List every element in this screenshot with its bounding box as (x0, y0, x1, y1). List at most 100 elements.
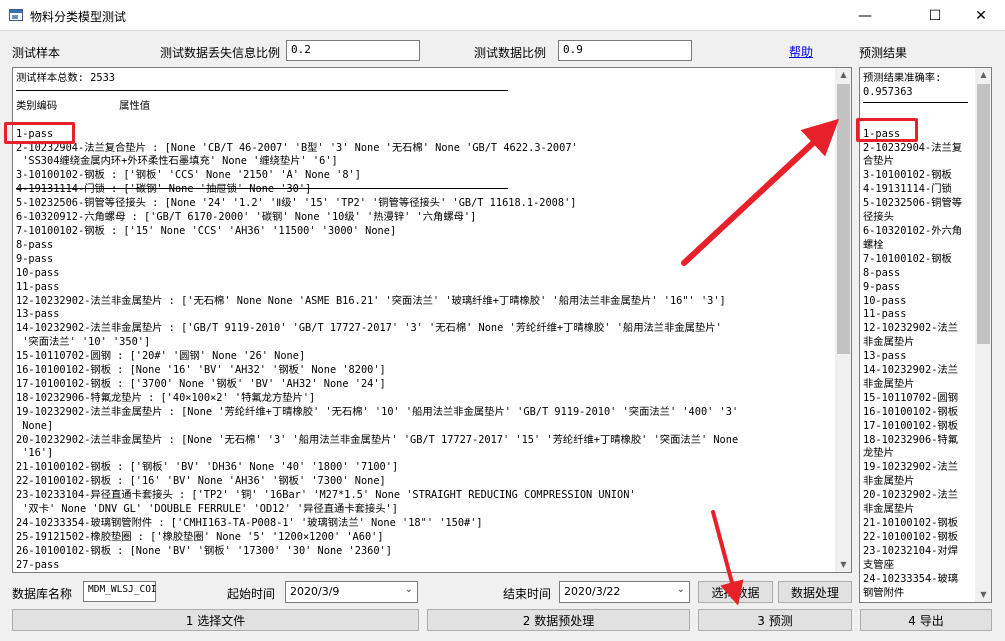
result-line: 23-10232104-对焊 (863, 544, 958, 557)
scroll-down-icon[interactable]: ▼ (835, 558, 851, 572)
result-line: 9-pass (863, 280, 901, 293)
result-line: 24-10233354-玻璃 (863, 572, 958, 585)
help-link[interactable]: 帮助 (789, 43, 813, 60)
result-scrollbar[interactable]: ▲ ▼ (975, 68, 991, 602)
sample-line: 26-10100102-钢板 : [None 'BV' '钢板' '17300'… (16, 544, 392, 557)
sample-line: 11-pass (16, 280, 60, 293)
scroll-down-icon[interactable]: ▼ (975, 588, 991, 602)
end-date-picker[interactable]: 2020/3/22 ⌄ (559, 581, 690, 603)
result-line: 16-10100102-钢板 (863, 405, 958, 418)
sample-line: '突面法兰' '10' '350'] (16, 336, 151, 349)
result-line: 11-pass (863, 308, 907, 321)
scroll-thumb[interactable] (977, 84, 990, 344)
chevron-down-icon[interactable]: ⌄ (405, 584, 413, 595)
sample-line: 2-10232904-法兰复合垫片 : [None 'CB/T 46-2007'… (16, 141, 578, 154)
sample-line: 14-10232902-法兰非金属垫片 : ['GB/T 9119-2010' … (16, 322, 722, 335)
sample-line (16, 114, 738, 128)
sample-line: None] (16, 419, 54, 432)
result-line: 非金属垫片 (863, 503, 915, 516)
result-line: 径接头 (863, 211, 894, 224)
result-line: 合垫片 (863, 155, 894, 168)
chevron-down-icon[interactable]: ⌄ (677, 584, 685, 595)
sample-line: 类别编码 属性值 (16, 99, 151, 112)
start-date-picker[interactable]: 2020/3/9 ⌄ (285, 581, 418, 603)
app-icon (9, 9, 23, 21)
result-line: 17-10100102-钢板 (863, 419, 958, 432)
highlight-box-result (856, 118, 918, 142)
sample-line: 21-10100102-钢板 : ['钢板' 'BV' 'DH36' None … (16, 461, 399, 474)
sample-line: '双卡' None 'DNV GL' 'DOUBLE FERRULE' 'OD1… (16, 503, 398, 516)
start-date-value: 2020/3/9 (290, 585, 340, 598)
sample-line: 13-pass (16, 308, 60, 321)
sample-text-content: 测试样本总数: 2533 类别编码 属性值 1-pass 2-10232904-法… (16, 72, 739, 572)
sample-line: 18-10232906-特氟龙垫片 : ['40×100×2' '特氟龙方垫片'… (16, 391, 316, 404)
sample-line: 1-pass (16, 127, 54, 140)
data-ratio-label: 测试数据比例 (474, 46, 547, 60)
title-bar: 物料分类模型测试 — ☐ ✕ (0, 0, 1005, 31)
window-title: 物料分类模型测试 (30, 10, 127, 24)
result-line: 18-10232906-特氟 (863, 433, 958, 446)
sample-line: 'SS304缠绕金属内环+外环柔性石墨填充' None '缠绕垫片' '6'] (16, 155, 338, 168)
result-line: 8-pass (863, 266, 901, 279)
select-file-button[interactable]: 1 选择文件 (12, 609, 419, 631)
result-line: 14-10232902-法兰 (863, 364, 958, 377)
sample-line: 测试样本总数: 2533 (16, 72, 115, 84)
maximize-button[interactable]: ☐ (912, 0, 958, 31)
process-data-button[interactable]: 数据处理 (778, 581, 852, 603)
sample-line (16, 86, 738, 100)
result-label: 预测结果 (859, 46, 908, 60)
db-name-label: 数据库名称 (12, 587, 73, 601)
result-line: 22-10100102-钢板 (863, 530, 958, 543)
preprocess-button[interactable]: 2 数据预处理 (427, 609, 690, 631)
end-time-label: 结束时间 (503, 587, 552, 601)
result-line: 非金属垫片 (863, 377, 915, 390)
result-line: 龙垫片 (863, 447, 894, 460)
sample-line: '16'] (16, 447, 54, 460)
result-line: 3-10100102-钢板 (863, 169, 952, 182)
sample-line: 12-10232902-法兰非金属垫片 : ['无石棉' None None '… (16, 294, 726, 307)
result-line: 10-pass (863, 294, 907, 307)
highlight-box-sample (4, 122, 75, 144)
result-text-content: 预测结果准确率: 0.957363 —— 1-pass 2-10232904-法兰复合… (863, 72, 962, 600)
result-line: 7-10100102-钢板 (863, 252, 952, 265)
divider-line (16, 90, 508, 91)
result-line: 21-10100102-钢板 (863, 517, 958, 529)
main-scrollbar[interactable]: ▲ ▼ (835, 68, 851, 572)
sample-line: 9-pass (16, 252, 54, 265)
sample-line: 4-19131114-门锁 : ['碳钢' None '抽屉锁' None '3… (16, 183, 312, 196)
select-data-button[interactable]: 选择数据 (698, 581, 773, 603)
sample-line: 15-10110702-圆钢 : ['20#' '圆钢' None '26' N… (16, 350, 306, 363)
scroll-up-icon[interactable]: ▲ (975, 68, 991, 82)
sample-line: 27-pass (16, 558, 60, 571)
result-line: 4-19131114-门锁 (863, 183, 952, 196)
sample-line: 22-10100102-钢板 : ['16' 'BV' None 'AH36' … (16, 475, 386, 488)
divider-line (16, 188, 508, 189)
result-line: 预测结果准确率: (863, 72, 942, 84)
db-name-input[interactable]: MDM_WLSJ_COI (83, 581, 157, 602)
result-line: 15-10110702-圆钢 (863, 391, 958, 404)
sample-line: 20-10232902-法兰非金属垫片 : [None '无石棉' '3' '船… (16, 433, 739, 446)
sample-line: 16-10100102-钢板 : [None '16' 'BV' 'AH32' … (16, 364, 386, 377)
minimize-button[interactable]: — (842, 0, 888, 31)
result-line: 6-10320102-外六角 (863, 224, 963, 237)
scroll-up-icon[interactable]: ▲ (835, 68, 851, 82)
result-line: 2-10232904-法兰复 (863, 141, 963, 154)
result-line: 13-pass (863, 350, 907, 363)
sample-line: 17-10100102-钢板 : ['3700' None '钢板' 'BV' … (16, 377, 386, 390)
loss-ratio-input[interactable]: 0.2 (286, 40, 420, 61)
result-line: 19-10232902-法兰 (863, 461, 958, 474)
data-ratio-input[interactable]: 0.9 (558, 40, 692, 61)
sample-line: 8-pass (16, 238, 54, 251)
result-line: 非金属垫片 (863, 475, 915, 488)
result-textarea[interactable]: 预测结果准确率: 0.957363 —— 1-pass 2-10232904-法兰复合… (859, 67, 992, 603)
test-sample-textarea[interactable]: 测试样本总数: 2533 类别编码 属性值 1-pass 2-10232904-法… (12, 67, 852, 573)
loss-ratio-label: 测试数据丢失信息比例 (160, 46, 281, 60)
sample-line: 10-pass (16, 266, 60, 279)
scroll-thumb[interactable] (837, 84, 850, 354)
predict-button[interactable]: 3 预测 (698, 609, 852, 631)
export-button[interactable]: 4 导出 (860, 609, 992, 631)
sample-line: 25-19121502-橡胶垫圈 : ['橡胶垫圈' None '5' '120… (16, 530, 384, 543)
result-line: 12-10232902-法兰 (863, 322, 958, 335)
close-button[interactable]: ✕ (958, 0, 1004, 31)
divider-line (863, 102, 968, 103)
